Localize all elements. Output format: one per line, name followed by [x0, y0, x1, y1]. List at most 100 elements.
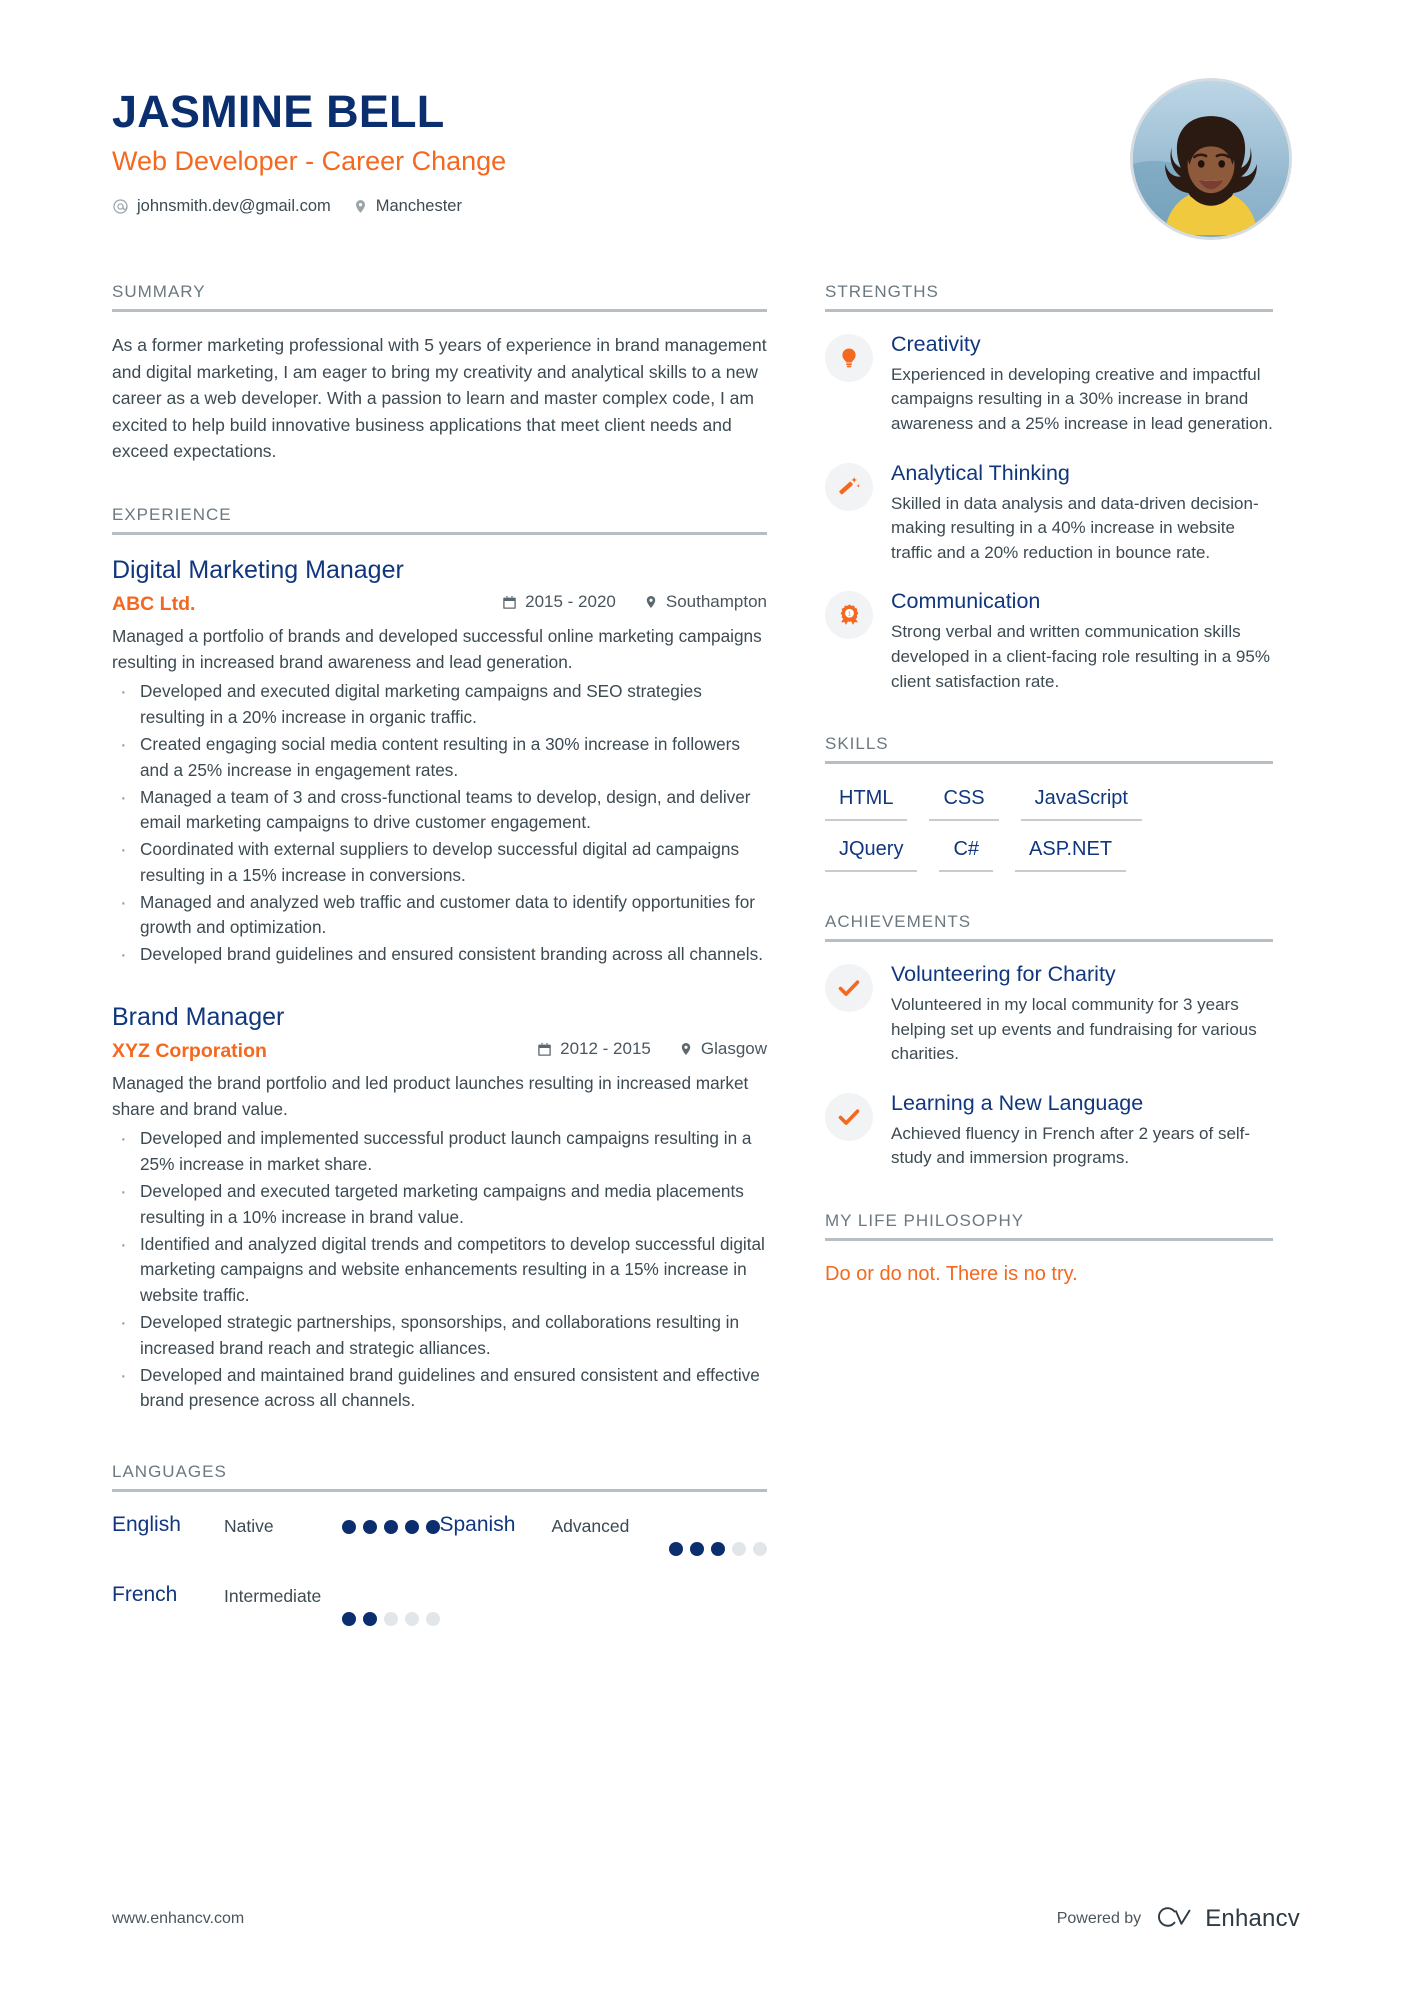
rating-dot: [383, 1612, 398, 1627]
rating-dot: [732, 1542, 746, 1557]
bullet-item: Managed a team of 3 and cross-functional…: [112, 783, 767, 837]
section-title-summary: SUMMARY: [112, 282, 206, 301]
lightbulb-icon: [825, 334, 873, 382]
experience-dates: 2015 - 2020: [502, 592, 616, 612]
skill-chip: JQuery: [825, 835, 918, 873]
bullet-item: Created engaging social media content re…: [112, 730, 767, 784]
language-item: English Native: [112, 1512, 440, 1556]
rating-dot: [404, 1520, 419, 1535]
rating-dot: [341, 1612, 356, 1627]
magic-wand-icon: [825, 462, 873, 511]
contact-email-text: johnsmith.dev@gmail.com: [137, 196, 331, 215]
language-rating: [341, 1512, 440, 1535]
section-divider: [112, 1489, 767, 1493]
page-title: JASMINE BELL: [112, 86, 445, 137]
languages-grid: English Native Spanish Advanced French I…: [112, 1512, 767, 1652]
section-divider: [112, 309, 767, 312]
strength-title: Creativity: [891, 332, 981, 356]
language-level: Intermediate: [224, 1586, 322, 1607]
section-title-skills: SKILLS: [825, 734, 889, 754]
powered-by-label: Powered by: [1056, 1910, 1142, 1927]
rating-dot: [669, 1542, 683, 1557]
section-title-strengths: STRENGTHS: [825, 282, 939, 301]
rating-dot: [383, 1520, 398, 1535]
experience-meta: XYZ Corporation 2012 - 2015 Glasgow: [112, 1039, 767, 1063]
achievement-item: Volunteering for Charity Volunteered in …: [825, 962, 1273, 1067]
section-summary: SUMMARY As a former marketing profession…: [112, 282, 767, 465]
section-divider: [825, 1237, 1273, 1241]
bullet-item: Identified and analyzed digital trends a…: [112, 1230, 767, 1309]
enhancv-logo-icon: [1158, 1907, 1191, 1927]
rating-dot: [362, 1612, 377, 1627]
rating-dot: [341, 1520, 356, 1535]
section-title-languages: LANGUAGES: [112, 1462, 227, 1482]
language-name: Spanish: [439, 1513, 516, 1537]
bullet-item: Developed and maintained brand guideline…: [112, 1361, 767, 1415]
experience-entry: Brand Manager XYZ Corporation 2012 - 201…: [112, 1002, 767, 1414]
resume-header: JASMINE BELL Web Developer - Career Chan…: [0, 0, 1410, 240]
experience-dates-text: 2015 - 2020: [525, 592, 616, 612]
language-level: Advanced: [551, 1516, 630, 1537]
strength-title: Communication: [891, 589, 1041, 614]
check-icon: [825, 964, 873, 1013]
at-icon: [112, 198, 129, 215]
experience-location-text: Glasgow: [700, 1039, 767, 1059]
skill-chip: CSS: [929, 784, 999, 822]
experience-job-title: Brand Manager: [112, 1003, 285, 1032]
rating-dot: [753, 1542, 767, 1557]
section-experience: EXPERIENCE Digital Marketing Manager ABC…: [112, 505, 767, 1414]
bullet-item: Developed and executed digital marketing…: [112, 677, 767, 731]
experience-entry: Digital Marketing Manager ABC Ltd. 2015 …: [112, 555, 767, 970]
experience-company: ABC Ltd.: [112, 592, 196, 615]
bullet-item: Managed and analyzed web traffic and cus…: [112, 888, 767, 942]
contact-location-text: Manchester: [375, 196, 462, 215]
philosophy-quote: Do or do not. There is no try.: [825, 1262, 1078, 1285]
skills-row: HTML CSS JavaScript: [825, 784, 1273, 822]
section-divider: [825, 939, 1273, 943]
section-title-experience: EXPERIENCE: [112, 504, 232, 524]
experience-description: Managed a portfolio of brands and develo…: [112, 625, 762, 672]
bullet-item: Coordinated with external suppliers to d…: [112, 835, 767, 889]
map-pin-icon: [644, 594, 658, 610]
strength-text: Strong verbal and written communication …: [891, 622, 1270, 691]
svg-text:1: 1: [847, 612, 850, 618]
skills-list: HTML CSS JavaScript JQuery C# ASP.NET: [825, 784, 1273, 873]
bullet-item: Developed brand guidelines and ensured c…: [112, 940, 767, 970]
contact-location: Manchester: [353, 197, 462, 216]
achievement-title: Volunteering for Charity: [891, 962, 1116, 987]
experience-job-title: Digital Marketing Manager: [112, 555, 404, 584]
experience-meta: ABC Ltd. 2015 - 2020 Southampton: [112, 592, 767, 616]
experience-dates-text: 2012 - 2015: [560, 1039, 651, 1059]
strength-text: Experienced in developing creative and i…: [891, 364, 1273, 434]
experience-description: Managed the brand portfolio and led prod…: [112, 1072, 749, 1119]
language-item: Spanish Advanced: [439, 1512, 767, 1557]
summary-text: As a former marketing professional with …: [112, 335, 767, 462]
language-rating: [341, 1604, 440, 1627]
job-title: Web Developer - Career Change: [112, 145, 507, 176]
experience-dates: 2012 - 2015: [537, 1039, 651, 1059]
rating-dot: [711, 1542, 725, 1557]
check-icon: [825, 1092, 873, 1141]
skill-chip: ASP.NET: [1015, 835, 1127, 873]
experience-bullets: Developed and implemented successful pro…: [112, 1124, 767, 1415]
resume-page: JASMINE BELL Web Developer - Career Chan…: [0, 0, 1410, 1995]
achievement-text: Achieved fluency in French after 2 years…: [891, 1123, 1251, 1168]
footer-url[interactable]: www.enhancv.com: [112, 1910, 244, 1928]
bullet-item: Developed strategic partnerships, sponso…: [112, 1308, 767, 1362]
strength-text: Skilled in data analysis and data-driven…: [891, 493, 1259, 562]
calendar-icon: [502, 595, 517, 610]
resume-body: SUMMARY As a former marketing profession…: [0, 240, 1410, 1652]
section-divider: [825, 761, 1273, 765]
rating-dot: [404, 1612, 419, 1627]
strength-item: Analytical Thinking Skilled in data anal…: [825, 461, 1273, 566]
brand-logo: Enhancv: [1155, 1905, 1300, 1933]
left-column: SUMMARY As a former marketing profession…: [112, 282, 767, 1652]
skill-chip: C#: [939, 835, 994, 873]
strength-item: 1 Communication Strong verbal and writte…: [825, 589, 1273, 694]
section-title-achievements: ACHIEVEMENTS: [825, 912, 972, 932]
section-skills: SKILLS HTML CSS JavaScript JQuery C# ASP…: [825, 734, 1273, 873]
language-name: French: [112, 1583, 178, 1607]
section-achievements: ACHIEVEMENTS Volunteering for Charity Vo…: [825, 912, 1273, 1171]
contact-email[interactable]: johnsmith.dev@gmail.com: [112, 197, 331, 216]
section-strengths: STRENGTHS Creativity Experienced in deve…: [825, 282, 1273, 694]
